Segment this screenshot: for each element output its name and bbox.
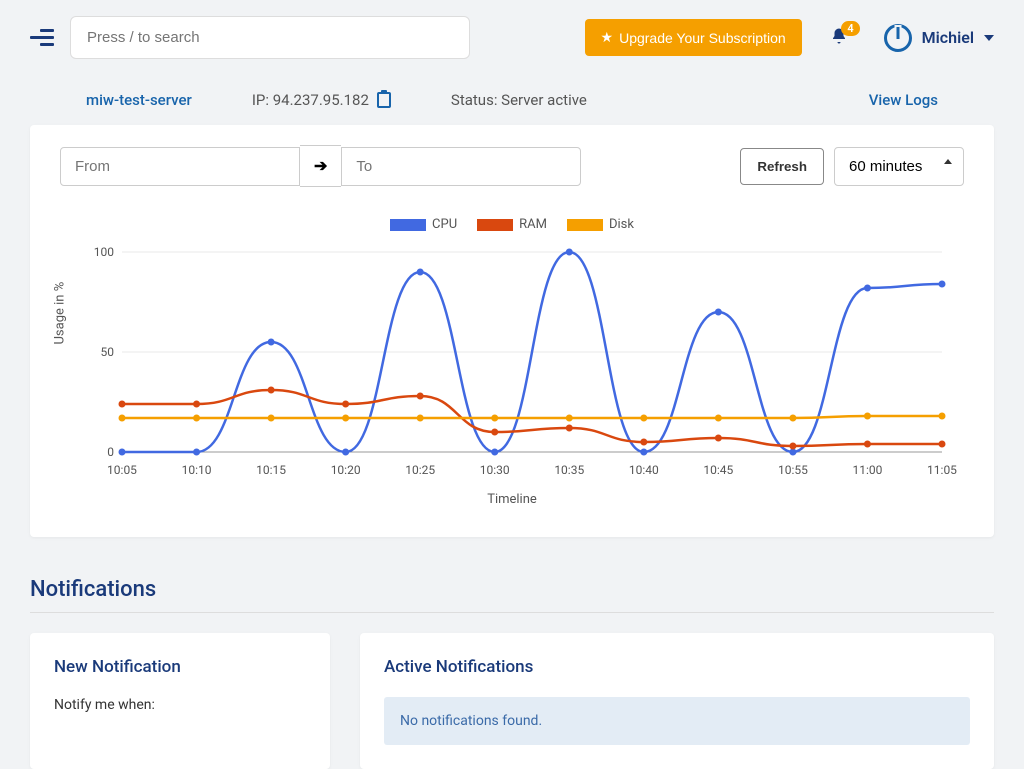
notification-badge: 4 — [841, 21, 859, 36]
svg-text:0: 0 — [107, 445, 114, 459]
y-axis-label: Usage in % — [53, 282, 68, 345]
svg-text:10:55: 10:55 — [778, 463, 808, 477]
date-arrow-button[interactable]: ➔ — [300, 145, 341, 187]
chart-area: CPURAMDisk Usage in % 05010010:0510:1010… — [60, 217, 964, 517]
upgrade-label: Upgrade Your Subscription — [619, 30, 786, 46]
refresh-button[interactable]: Refresh — [740, 148, 824, 185]
server-info-bar: miw-test-server IP: 94.237.95.182 Status… — [0, 75, 1024, 125]
server-name-link[interactable]: miw-test-server — [86, 91, 192, 109]
legend-item[interactable]: RAM — [477, 217, 547, 232]
empty-notifications-message: No notifications found. — [384, 697, 970, 745]
chart-plot: 0 50 100 10:05 10:10 10:15 10:20 10:25 10:30 10:3… — [60, 242, 964, 482]
svg-text:100: 100 — [94, 245, 114, 259]
chart-legend: CPU RAM Disk — [60, 217, 964, 232]
chevron-down-icon — [984, 35, 994, 41]
chart-controls: ➔ Refresh 60 minutes — [60, 145, 964, 187]
svg-text:11:00: 11:00 — [853, 463, 883, 477]
top-header: ★ Upgrade Your Subscription 4 Michiel — [0, 0, 1024, 75]
user-name: Michiel — [922, 28, 974, 47]
notification-prompt: Notify me when: — [54, 697, 306, 713]
notifications-bell[interactable]: 4 — [830, 27, 848, 49]
clipboard-icon[interactable] — [377, 92, 391, 108]
active-notifications-title: Active Notifications — [384, 657, 970, 677]
interval-select[interactable]: 60 minutes — [834, 147, 964, 186]
view-logs-link[interactable]: View Logs — [869, 91, 938, 109]
new-notification-card: New Notification Notify me when: — [30, 633, 330, 769]
search-input[interactable] — [70, 16, 470, 59]
server-ip: IP: 94.237.95.182 — [252, 91, 391, 109]
server-status: Status: Server active — [451, 91, 587, 109]
active-notifications-card: Active Notifications No notifications fo… — [360, 633, 994, 769]
star-icon: ★ — [601, 29, 614, 46]
legend-item[interactable]: CPU — [390, 217, 457, 232]
upgrade-button[interactable]: ★ Upgrade Your Subscription — [585, 19, 802, 56]
svg-text:10:35: 10:35 — [554, 463, 584, 477]
new-notification-title: New Notification — [54, 657, 306, 677]
power-icon — [884, 24, 912, 52]
svg-text:10:20: 10:20 — [331, 463, 361, 477]
user-menu[interactable]: Michiel — [884, 24, 994, 52]
svg-text:11:05: 11:05 — [927, 463, 957, 477]
x-axis-label: Timeline — [60, 492, 964, 507]
svg-text:10:15: 10:15 — [256, 463, 286, 477]
legend-item[interactable]: Disk — [567, 217, 634, 232]
usage-chart-card: ➔ Refresh 60 minutes CPU RAM Disk Usage in… — [30, 125, 994, 537]
menu-icon[interactable] — [30, 26, 54, 50]
ip-text: IP: 94.237.95.182 — [252, 91, 369, 109]
svg-text:10:40: 10:40 — [629, 463, 659, 477]
svg-text:10:05: 10:05 — [107, 463, 137, 477]
search-box — [70, 16, 470, 59]
divider — [30, 612, 994, 613]
to-date-input[interactable] — [341, 147, 581, 186]
svg-text:50: 50 — [101, 345, 115, 359]
svg-text:10:10: 10:10 — [182, 463, 212, 477]
from-date-input[interactable] — [60, 147, 300, 186]
svg-text:10:45: 10:45 — [703, 463, 733, 477]
svg-text:10:25: 10:25 — [405, 463, 435, 477]
notifications-heading: Notifications — [30, 577, 994, 602]
notifications-row: New Notification Notify me when: Active … — [30, 633, 994, 769]
svg-text:10:30: 10:30 — [480, 463, 510, 477]
